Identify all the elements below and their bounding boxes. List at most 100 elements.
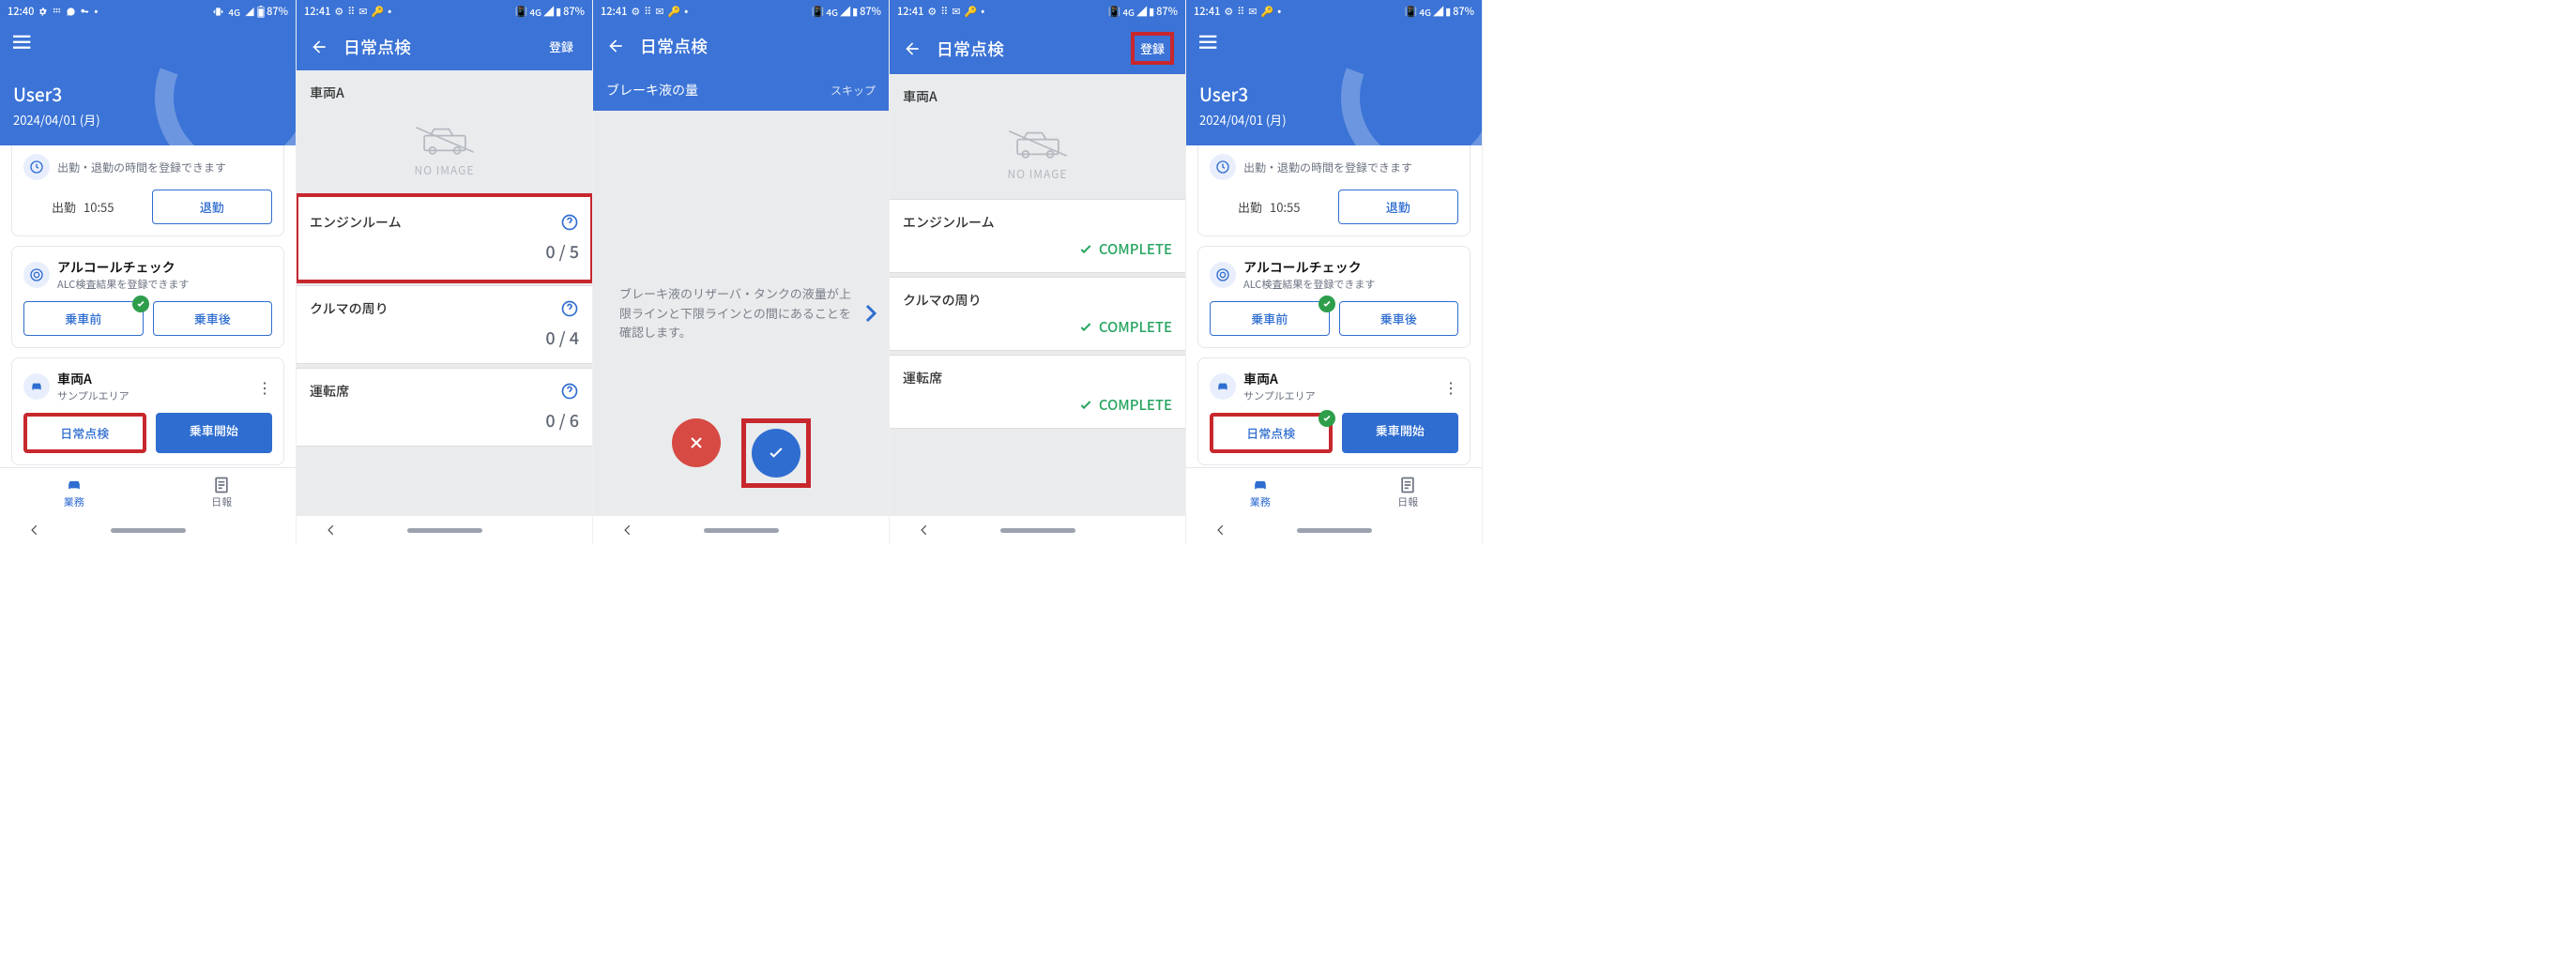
chat-icon <box>66 7 76 17</box>
car-icon <box>1210 373 1236 400</box>
vehicle-name: 車両A <box>890 74 1185 119</box>
alc-sub: ALC検査結果を登録できます <box>57 277 189 292</box>
check-icon <box>132 296 149 312</box>
alc-title: アルコールチェック <box>57 258 189 277</box>
register-button[interactable]: 登録 <box>1133 34 1172 63</box>
nav-back-icon[interactable] <box>325 523 338 537</box>
status-bar: 12:41 ⚙⠿✉🔑• 📳4G◢▮87% <box>890 0 1185 23</box>
insp-item-driver[interactable]: 運転席 COMPLETE <box>890 355 1185 429</box>
check-icon <box>1078 398 1093 413</box>
insp-item-engine[interactable]: エンジンルーム COMPLETE <box>890 199 1185 273</box>
check-icon <box>1318 296 1335 312</box>
hero: User3 2024/04/01 (月) <box>0 23 296 145</box>
vehicle-card: 車両A サンプルエリア ⋮ 日常点検 乗車開始 <box>11 357 284 465</box>
back-button[interactable] <box>903 39 922 58</box>
home-content: 出勤・退勤の時間を登録できます 出勤 10:55 退勤 アルコールチェック AL… <box>0 145 296 467</box>
alc-post-button[interactable]: 乗車後 <box>1339 301 1459 336</box>
clock-out-button[interactable]: 退勤 <box>152 190 273 224</box>
vehicle-card: 車両A サンプルエリア ⋮ 日常点検 乗車開始 <box>1197 357 1471 465</box>
next-icon[interactable] <box>859 302 881 325</box>
daily-check-button[interactable]: 日常点検 <box>1210 413 1333 453</box>
veh-area: サンプルエリア <box>57 388 130 403</box>
help-icon[interactable] <box>560 299 579 318</box>
nav-back-icon[interactable] <box>28 523 41 537</box>
insp-item-around[interactable]: クルマの周り 0 / 4 <box>297 285 592 364</box>
screen-home-2: 12:41 ⚙⠿✉🔑• 📳4G◢▮87% User3 2024/04/01 (月… <box>1186 0 1483 544</box>
help-icon[interactable] <box>560 382 579 401</box>
key-icon <box>80 7 90 17</box>
hero-art <box>145 23 296 145</box>
breath-icon <box>23 262 50 288</box>
start-ride-button[interactable]: 乗車開始 <box>156 413 273 453</box>
step-name: ブレーキ液の量 <box>606 81 698 99</box>
more-icon[interactable]: ⋮ <box>1443 375 1458 398</box>
in-label: 出勤 <box>52 198 76 216</box>
register-button[interactable]: 登録 <box>543 34 579 59</box>
alc-card: アルコールチェック ALC検査結果を登録できます 乗車前 乗車後 <box>11 246 284 348</box>
car-icon <box>23 373 50 400</box>
status-batt: 87% <box>267 4 288 19</box>
inspection-content: 車両A NO IMAGE エンジンルーム COMPLETE クルマの周り COM… <box>890 74 1185 516</box>
no-image: NO IMAGE <box>297 115 592 195</box>
nav-pill[interactable] <box>111 528 186 533</box>
pass-button[interactable] <box>752 429 800 478</box>
screen-title: 日常点検 <box>937 37 1004 61</box>
breath-icon <box>1210 262 1236 288</box>
insp-item-driver[interactable]: 運転席 0 / 6 <box>297 368 592 447</box>
screen-title: 日常点検 <box>640 34 708 58</box>
android-navbar <box>890 516 1185 544</box>
header: 日常点検 登録 <box>890 23 1185 74</box>
start-ride-button[interactable]: 乗車開始 <box>1342 413 1459 453</box>
status-time: 12:40 <box>8 4 34 19</box>
tabbar: 業務 日報 <box>1186 467 1482 516</box>
check-icon <box>1078 242 1093 257</box>
home-content: 出勤・退勤の時間を登録できます 出勤 10:55 退勤 アルコールチェック AL… <box>1186 145 1482 467</box>
screen-home-1: 12:40 • 4G 87% User3 2024/04/01 (月) 出勤・退… <box>0 0 297 544</box>
step-body: ブレーキ液のリザーバ・タンクの液量が上限ラインと下限ラインとの間にあることを確認… <box>593 111 889 516</box>
android-navbar <box>593 516 889 544</box>
vibrate-icon <box>212 7 224 17</box>
fail-button[interactable] <box>672 418 721 467</box>
insp-item-engine[interactable]: エンジンルーム 0 / 5 <box>297 195 592 281</box>
gear-icon <box>38 7 48 17</box>
screen-inspection-start: 12:41 ⚙⠿✉🔑• 📳4G◢▮87% 日常点検 登録 車両A NO IMAG… <box>297 0 593 544</box>
clock-icon <box>23 154 50 180</box>
apps-icon <box>52 7 62 17</box>
tabbar: 業務 日報 <box>0 467 296 516</box>
tab-report[interactable]: 日報 <box>1334 468 1483 516</box>
battery-icon <box>257 6 265 18</box>
back-button[interactable] <box>606 37 625 55</box>
skip-button[interactable]: スキップ <box>831 83 876 99</box>
insp-item-around[interactable]: クルマの周り COMPLETE <box>890 277 1185 351</box>
status-net: 4G <box>228 5 240 19</box>
nav-back-icon[interactable] <box>621 523 634 537</box>
more-icon[interactable]: ⋮ <box>257 375 272 398</box>
step-text: ブレーキ液のリザーバ・タンクの液量が上限ラインと下限ラインとの間にあることを確認… <box>593 284 889 342</box>
check-icon <box>1318 410 1335 427</box>
daily-check-button[interactable]: 日常点検 <box>23 413 146 453</box>
vehicle-name: 車両A <box>297 70 592 115</box>
alc-pre-button[interactable]: 乗車前 <box>23 301 144 336</box>
hero: User3 2024/04/01 (月) <box>1186 23 1482 145</box>
in-time: 10:55 <box>84 198 114 216</box>
alc-pre-button[interactable]: 乗車前 <box>1210 301 1330 336</box>
screen-title: 日常点検 <box>343 35 411 59</box>
status-bar: 12:41 ⚙⠿✉🔑• 📳4G◢▮87% <box>1186 0 1482 23</box>
help-icon[interactable] <box>560 213 579 232</box>
clock-out-button[interactable]: 退勤 <box>1338 190 1459 224</box>
tab-work[interactable]: 業務 <box>0 468 148 516</box>
alc-post-button[interactable]: 乗車後 <box>153 301 273 336</box>
header: 日常点検 登録 <box>297 23 592 70</box>
nav-back-icon[interactable] <box>1214 523 1227 537</box>
check-icon <box>1078 320 1093 335</box>
header: 日常点検 <box>593 23 889 69</box>
back-button[interactable] <box>310 38 328 56</box>
status-bar: 12:41 ⚙⠿✉🔑• 📳4G◢▮87% <box>297 0 592 23</box>
nav-back-icon[interactable] <box>918 523 931 537</box>
veh-title: 車両A <box>57 370 130 388</box>
clock-sub: 出勤・退勤の時間を登録できます <box>57 159 226 175</box>
highlight <box>741 418 811 488</box>
tab-report[interactable]: 日報 <box>148 468 297 516</box>
tab-work[interactable]: 業務 <box>1186 468 1334 516</box>
screen-step: 12:41 ⚙⠿✉🔑• 📳4G◢▮87% 日常点検 ブレーキ液の量 スキップ ブ… <box>593 0 890 544</box>
